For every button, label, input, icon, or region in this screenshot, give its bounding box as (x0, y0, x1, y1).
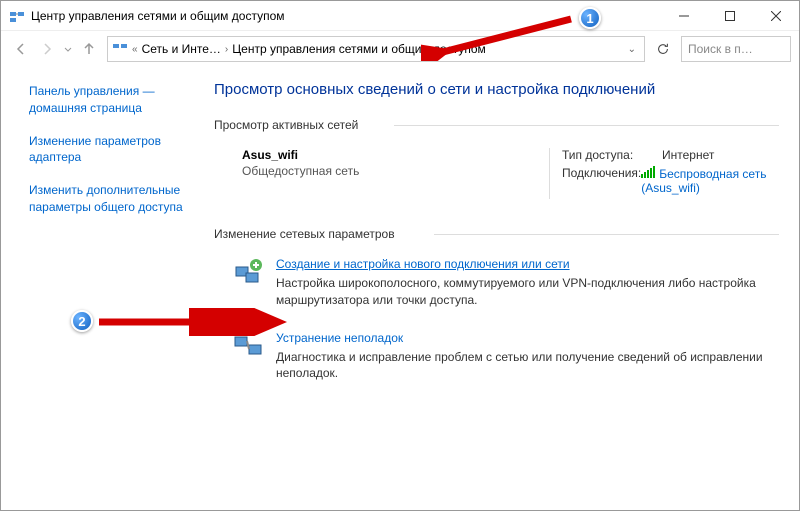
access-type-value: Интернет (662, 148, 714, 162)
troubleshoot-link[interactable]: Устранение неполадок (276, 331, 403, 345)
annotation-badge-1: 1 (579, 7, 601, 29)
new-connection-link[interactable]: Создание и настройка нового подключения … (276, 257, 570, 271)
window-titlebar: Центр управления сетями и общим доступом (1, 1, 799, 31)
new-connection-icon (232, 257, 264, 289)
maximize-button[interactable] (707, 1, 753, 31)
nav-forward-button[interactable] (35, 37, 59, 61)
page-heading: Просмотр основных сведений о сети и наст… (214, 79, 779, 100)
sidebar-item-adapter[interactable]: Изменение параметров адаптера (29, 133, 194, 167)
section-active-networks: Просмотр активных сетей (214, 118, 779, 132)
connections-label: Подключения: (562, 166, 641, 195)
network-type: Общедоступная сеть (242, 164, 549, 178)
main-pane: Просмотр основных сведений о сети и наст… (206, 67, 799, 510)
annotation-arrow-2 (91, 308, 291, 336)
network-block: Asus_wifi Общедоступная сеть (242, 148, 549, 199)
search-input[interactable]: Поиск в п… (681, 36, 791, 62)
address-bar: « Сеть и Инте… › Центр управления сетями… (1, 31, 799, 67)
access-type-label: Тип доступа: (562, 148, 662, 162)
sidebar: Панель управления — домашняя страница Из… (1, 67, 206, 510)
close-button[interactable] (753, 1, 799, 31)
troubleshoot-desc: Диагностика и исправление проблем с сеть… (276, 349, 779, 383)
minimize-button[interactable] (661, 1, 707, 31)
network-name: Asus_wifi (242, 148, 549, 162)
nav-recent-button[interactable] (61, 37, 75, 61)
window-controls (661, 1, 799, 31)
search-placeholder: Поиск в п… (688, 42, 753, 56)
sidebar-item-home[interactable]: Панель управления — домашняя страница (29, 83, 194, 117)
connection-link[interactable]: Беспроводная сеть (Asus_wifi) (641, 167, 766, 195)
new-connection-desc: Настройка широкополосного, коммутируемог… (276, 275, 779, 309)
chevron-right-icon: › (225, 44, 228, 55)
sidebar-item-sharing[interactable]: Изменить дополнительные параметры общего… (29, 182, 194, 216)
app-icon (9, 8, 25, 24)
chevron-left-icon: « (132, 44, 138, 55)
section-change-settings: Изменение сетевых параметров (214, 227, 779, 241)
annotation-arrow-1 (421, 9, 581, 61)
breadcrumb-icon (112, 40, 128, 59)
chevron-down-icon[interactable]: ⌄ (624, 44, 640, 55)
nav-up-button[interactable] (77, 37, 101, 61)
refresh-button[interactable] (651, 37, 675, 61)
annotation-badge-2: 2 (71, 310, 93, 332)
breadcrumb-item[interactable]: Сеть и Инте… (142, 42, 221, 56)
wifi-signal-icon (641, 166, 655, 181)
nav-back-button[interactable] (9, 37, 33, 61)
